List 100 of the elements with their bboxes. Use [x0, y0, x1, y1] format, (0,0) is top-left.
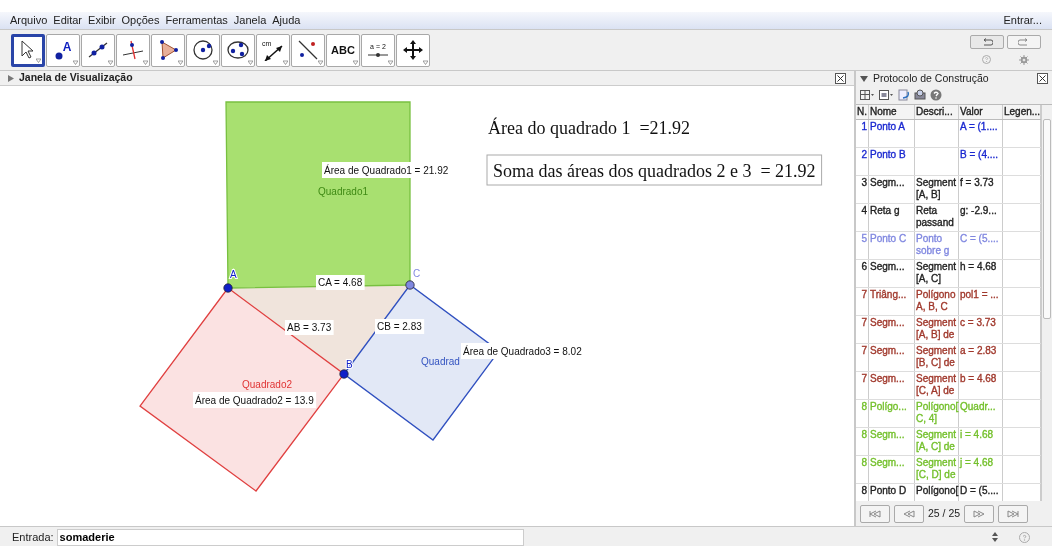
- tool-button[interactable]: [81, 33, 115, 67]
- tool-button[interactable]: ABC: [326, 33, 360, 67]
- table-cell: Segment [A, C]: [915, 260, 959, 287]
- table-cell: pol1 = ...: [959, 288, 1003, 315]
- table-cell: 6: [856, 260, 869, 287]
- input-field[interactable]: somaderie: [56, 528, 525, 546]
- table-cell: Polígono A, B, C: [915, 288, 959, 315]
- login-link[interactable]: Entrar...: [1003, 12, 1042, 29]
- help-icon[interactable]: [930, 89, 942, 101]
- value-label: Área de Quadrado2 = 13.9: [193, 392, 317, 408]
- tool-button[interactable]: [291, 33, 325, 67]
- table-cell: Segment [A, C] de: [915, 428, 959, 455]
- table-cell: Segment [A, B]: [915, 176, 959, 203]
- undo-button[interactable]: [970, 35, 1004, 49]
- table-cell: 3: [856, 176, 869, 203]
- table-cell: 7: [856, 288, 869, 315]
- tool-button[interactable]: [396, 33, 430, 67]
- menu-item[interactable]: Opções: [121, 12, 160, 29]
- move-arrows-icon: [402, 39, 424, 61]
- redo-icon: [1018, 38, 1030, 46]
- value-label: CB = 2.83: [375, 319, 425, 334]
- table-cell: Segm...: [869, 260, 915, 287]
- close-icon[interactable]: [835, 72, 846, 84]
- table-cell: Ponto sobre g: [915, 232, 959, 259]
- value-label: Área de Quadrado3 = 8.02: [461, 343, 585, 359]
- table-cell: Reta passand: [915, 204, 959, 231]
- point[interactable]: [223, 283, 233, 293]
- menu-item[interactable]: Exibir: [88, 12, 116, 29]
- polygon-caption: Quadrado2: [242, 379, 293, 390]
- window-icon[interactable]: [879, 89, 894, 101]
- tool-button[interactable]: A: [46, 33, 80, 67]
- menu-item[interactable]: Editar: [53, 12, 83, 29]
- point-label: C: [413, 268, 421, 279]
- table-cell: Segment [B, C] de: [915, 344, 959, 371]
- table-cell: h = 4.68: [959, 260, 1003, 287]
- table-cell: Ponto A: [869, 120, 915, 147]
- point[interactable]: [405, 280, 415, 290]
- table-cell: i = 4.68: [959, 428, 1003, 455]
- scrollbar[interactable]: [1041, 105, 1052, 501]
- table-cell: B = (4....: [959, 148, 1003, 175]
- tool-button[interactable]: [116, 33, 150, 67]
- table-cell: Triâng...: [869, 288, 915, 315]
- tool-button[interactable]: [221, 33, 255, 67]
- column-header[interactable]: Nome: [869, 105, 915, 119]
- menu-item[interactable]: Ferramentas: [165, 12, 228, 29]
- column-header[interactable]: N.: [856, 105, 869, 119]
- tool-button[interactable]: [186, 33, 220, 67]
- ellipse-icon: [227, 39, 249, 61]
- collapse-arrow-icon: [860, 75, 868, 82]
- table-cell: 7: [856, 344, 869, 371]
- table-cell: Reta g: [869, 204, 915, 231]
- table-cell: Segment [C, A] de: [915, 372, 959, 399]
- point[interactable]: [339, 369, 349, 379]
- tool-button[interactable]: [11, 33, 45, 67]
- table-cell: 4: [856, 204, 869, 231]
- table-cell: b = 4.68: [959, 372, 1003, 399]
- caret-icon: [108, 59, 113, 65]
- next-icon: [973, 509, 986, 518]
- menu-item[interactable]: Janela: [233, 12, 267, 29]
- table-cell: Segment [A, B] de: [915, 316, 959, 343]
- table-cell: A = (1....: [959, 120, 1003, 147]
- table-columns-icon[interactable]: [860, 89, 875, 101]
- table-cell: Segm...: [869, 176, 915, 203]
- table-cell: C = (5....: [959, 232, 1003, 259]
- refresh-page-icon[interactable]: [898, 89, 910, 101]
- value-label: CA = 4.68: [316, 275, 365, 290]
- table-cell: 7: [856, 316, 869, 343]
- expand-arrow-icon: [8, 74, 14, 82]
- first-icon: [869, 509, 881, 518]
- menu-item[interactable]: Arquivo: [10, 12, 48, 29]
- triangle-icon: [157, 39, 179, 61]
- polygon-caption: Quadrad: [421, 356, 460, 367]
- caret-icon: [73, 59, 78, 65]
- caret-icon: [353, 59, 358, 65]
- perpendicular-lines-icon: [122, 39, 144, 61]
- table-cell: 8: [856, 456, 869, 483]
- table-cell: Quadr...: [959, 400, 1003, 427]
- tool-button[interactable]: [151, 33, 185, 67]
- table-cell: 5: [856, 232, 869, 259]
- value-label: AB = 3.73: [285, 320, 334, 335]
- framed-text: Soma das áreas dos quadrados 2 e 3 = 21.92: [486, 154, 823, 186]
- table-cell: Segm...: [869, 428, 915, 455]
- sort-arrows-icon[interactable]: [992, 532, 998, 542]
- undo-icon: [981, 38, 993, 46]
- column-header[interactable]: Descri...: [915, 105, 959, 119]
- table-cell: Segm...: [869, 456, 915, 483]
- table-cell: 1: [856, 120, 869, 147]
- column-header[interactable]: Valor: [959, 105, 1003, 119]
- menu-item[interactable]: Ajuda: [272, 12, 301, 29]
- close-icon[interactable]: [1037, 73, 1048, 84]
- table-cell: 7: [856, 372, 869, 399]
- previous-icon: [903, 509, 915, 518]
- last-icon: [1007, 509, 1020, 518]
- export-icon[interactable]: [914, 89, 926, 101]
- caret-icon: [283, 59, 288, 65]
- table-cell: j = 4.68: [959, 456, 1003, 483]
- caret-icon: [143, 59, 148, 65]
- reflect-line-icon: [297, 39, 319, 61]
- table-cell: Segm...: [869, 372, 915, 399]
- point-label: A: [230, 269, 237, 280]
